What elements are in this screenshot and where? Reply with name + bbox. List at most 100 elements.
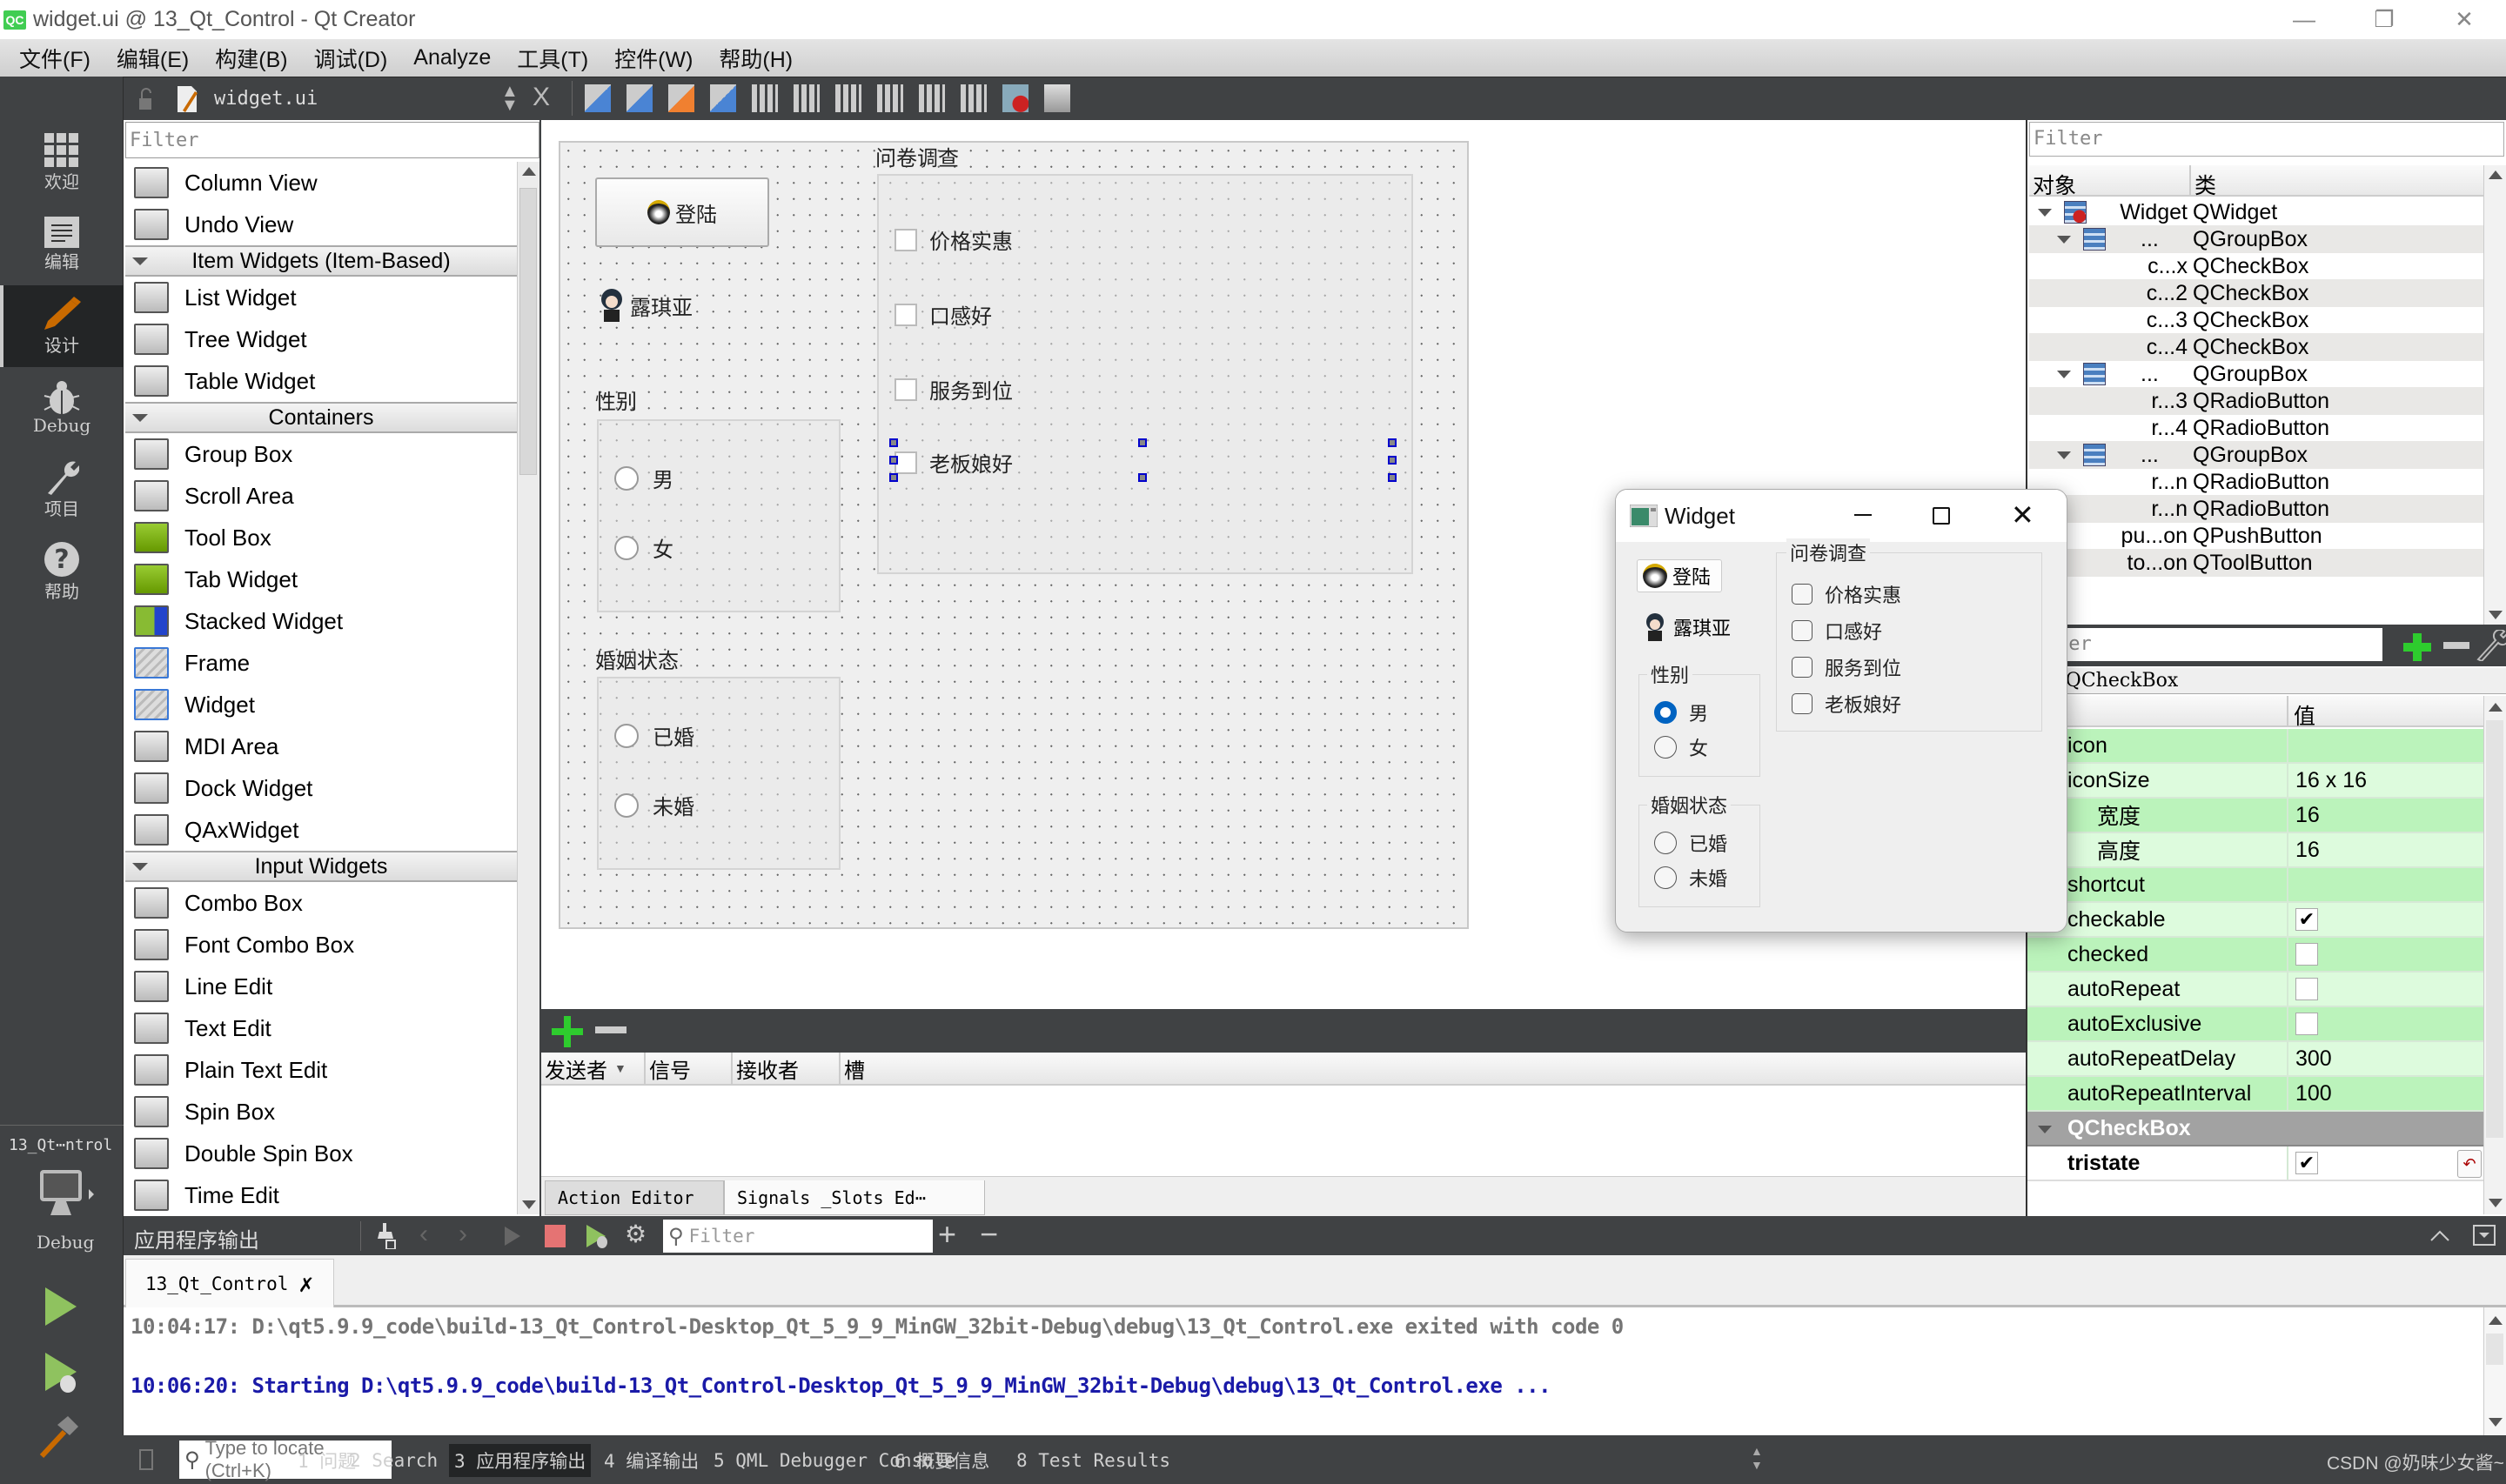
application-output-text[interactable]: 10:04:17: D:\qt5.9.9_code\build-13_Qt_Co… (124, 1307, 2506, 1435)
property-row-checkable[interactable]: checkable ✔ (2027, 903, 2483, 938)
minimize-button[interactable]: — (2264, 0, 2344, 39)
expand-arrow-icon[interactable] (2038, 209, 2052, 217)
marital-group-box[interactable]: 已婚 未婚 (597, 677, 841, 870)
reset-property-button[interactable]: ↶ (2457, 1150, 2482, 1178)
output-filter-input[interactable]: ⚲ Filter (663, 1220, 933, 1253)
property-value[interactable]: 300 (2295, 1046, 2332, 1072)
tab-action-editor[interactable]: Action Editor (545, 1180, 724, 1215)
column-signal[interactable]: 信号 (646, 1053, 733, 1084)
preview-checkbox-boss-lady[interactable]: 老板娘好 (1792, 690, 1901, 718)
property-value[interactable]: 16 (2295, 838, 2320, 863)
object-tree-row[interactable]: pu...on QPushButton (2029, 522, 2485, 550)
menu-analyze[interactable]: Analyze (413, 45, 491, 70)
menu-file[interactable]: 文件(F) (19, 43, 90, 74)
property-row-autorepeat[interactable]: autoRepeat (2027, 973, 2483, 1007)
selection-handle[interactable] (889, 473, 898, 482)
next-item-icon[interactable]: › (459, 1220, 467, 1249)
column-object[interactable]: 对象 (2029, 165, 2191, 198)
widget-item-dock-widget[interactable]: Dock Widget (125, 767, 517, 809)
menu-edit[interactable]: 编辑(E) (117, 43, 189, 74)
lock-open-icon[interactable] (137, 88, 155, 110)
preview-radio-male[interactable]: 男 (1654, 699, 1708, 726)
object-tree-row[interactable]: ... QGroupBox (2029, 225, 2485, 253)
selection-handle[interactable] (889, 438, 898, 447)
open-file-name[interactable]: widget.ui (214, 88, 318, 110)
remove-connection-button[interactable] (595, 1026, 626, 1035)
object-tree-row[interactable]: ... QGroupBox (2029, 441, 2485, 469)
mode-debug[interactable]: Debug (0, 367, 124, 449)
selection-handle[interactable] (1138, 438, 1147, 447)
widget-box-scrollbar[interactable] (517, 162, 539, 1214)
column-receiver[interactable]: 接收者 (733, 1053, 841, 1084)
add-dynamic-property-button[interactable] (2402, 632, 2435, 663)
preview-maximize-button[interactable] (1933, 507, 1950, 525)
column-value[interactable]: 值 (2294, 699, 2315, 731)
widget-category-item-widgets-item-based-[interactable]: Item Widgets (Item-Based) (125, 245, 517, 277)
close-document-button[interactable]: X (533, 83, 550, 112)
property-section-qcheckbox[interactable]: QCheckBox (2027, 1112, 2483, 1146)
preview-login-button[interactable]: 登陆 (1637, 559, 1722, 592)
layout-horizontal-splitter-icon[interactable] (835, 84, 861, 112)
close-window-button[interactable]: ✕ (2424, 0, 2504, 39)
preview-close-button[interactable]: ✕ (2011, 498, 2034, 531)
column-divider[interactable] (2287, 696, 2288, 727)
collapse-arrow-icon[interactable] (2038, 1126, 2052, 1133)
edit-signals-slots-icon[interactable] (626, 84, 653, 112)
mode-welcome[interactable]: 欢迎 (0, 122, 124, 204)
preview-radio-female[interactable]: 女 (1654, 733, 1708, 761)
menu-build[interactable]: 构建(B) (215, 43, 287, 74)
close-pane-icon[interactable] (2473, 1225, 2496, 1246)
widget-item-stacked-widget[interactable]: Stacked Widget (125, 600, 517, 642)
selection-handle[interactable] (1388, 456, 1397, 465)
rerun-icon[interactable] (503, 1225, 522, 1247)
layout-horizontal-icon[interactable] (752, 84, 778, 112)
scroll-thumb[interactable] (519, 188, 537, 475)
run-button[interactable] (42, 1286, 80, 1327)
configure-wrench-icon[interactable] (2476, 630, 2506, 661)
object-tree-row[interactable]: r...4 QRadioButton (2029, 414, 2485, 442)
property-row-autorepeatdelay[interactable]: autoRepeatDelay 300 (2027, 1042, 2483, 1077)
widget-item-spin-box[interactable]: Spin Box (125, 1091, 517, 1133)
menu-debug[interactable]: 调试(D) (314, 43, 388, 74)
object-tree-row[interactable]: to...on QToolButton (2029, 549, 2485, 577)
widget-item-undo-view[interactable]: Undo View (125, 204, 517, 245)
widget-item-font-combo-box[interactable]: Font Combo Box (125, 924, 517, 966)
kit-selector-button[interactable]: Debug (26, 1168, 104, 1264)
remove-dynamic-property-button[interactable] (2443, 642, 2469, 651)
survey-group-box[interactable]: 价格实惠 口感好 服务到位 老板娘好 (877, 174, 1413, 574)
restore-button[interactable]: ❐ (2344, 0, 2424, 39)
widget-item-line-edit[interactable]: Line Edit (125, 966, 517, 1007)
object-tree-row[interactable]: c...x QCheckBox (2029, 252, 2485, 280)
widget-item-time-edit[interactable]: Time Edit (125, 1174, 517, 1214)
widget-item-table-widget[interactable]: Table Widget (125, 360, 517, 402)
pane-button-4[interactable]: 4 编译输出 (599, 1444, 704, 1477)
zoom-in-button[interactable]: + (938, 1216, 956, 1253)
scroll-down-icon[interactable] (2489, 1199, 2503, 1207)
break-layout-icon[interactable] (1002, 84, 1029, 112)
property-row-sub[interactable]: 宽度 16 (2027, 799, 2483, 833)
scroll-thumb[interactable] (2486, 720, 2503, 1138)
scroll-up-icon[interactable] (522, 167, 536, 176)
selection-handle[interactable] (1388, 438, 1397, 447)
mode-help[interactable]: ? 帮助 (0, 531, 124, 612)
maximize-pane-icon[interactable] (2429, 1227, 2450, 1244)
close-tab-icon[interactable]: ✗ (298, 1269, 313, 1298)
menu-help[interactable]: 帮助(H) (719, 43, 793, 74)
preview-checkbox-service[interactable]: 服务到位 (1792, 653, 1901, 681)
property-row-icon[interactable]: icon (2027, 729, 2483, 764)
widget-item-tool-box[interactable]: Tool Box (125, 517, 517, 558)
layout-form-icon[interactable] (919, 84, 945, 112)
property-editor-scrollbar[interactable] (2483, 696, 2506, 1214)
property-checkbox[interactable]: ✔ (2295, 908, 2318, 931)
output-scrollbar[interactable] (2483, 1307, 2506, 1435)
widget-item-scroll-area[interactable]: Scroll Area (125, 475, 517, 517)
checkbox-price[interactable]: 价格实惠 (895, 224, 1013, 255)
scroll-up-icon[interactable] (2489, 1316, 2503, 1325)
column-sender[interactable]: 发送者 ▼ (541, 1053, 646, 1084)
widget-item-mdi-area[interactable]: MDI Area (125, 725, 517, 767)
adjust-size-icon[interactable] (1044, 84, 1070, 112)
previous-item-icon[interactable]: ‹ (419, 1220, 428, 1249)
preview-radio-unmarried[interactable]: 未婚 (1654, 864, 1727, 892)
start-debugging-button[interactable] (42, 1351, 84, 1396)
radio-female[interactable]: 女 (614, 532, 673, 563)
